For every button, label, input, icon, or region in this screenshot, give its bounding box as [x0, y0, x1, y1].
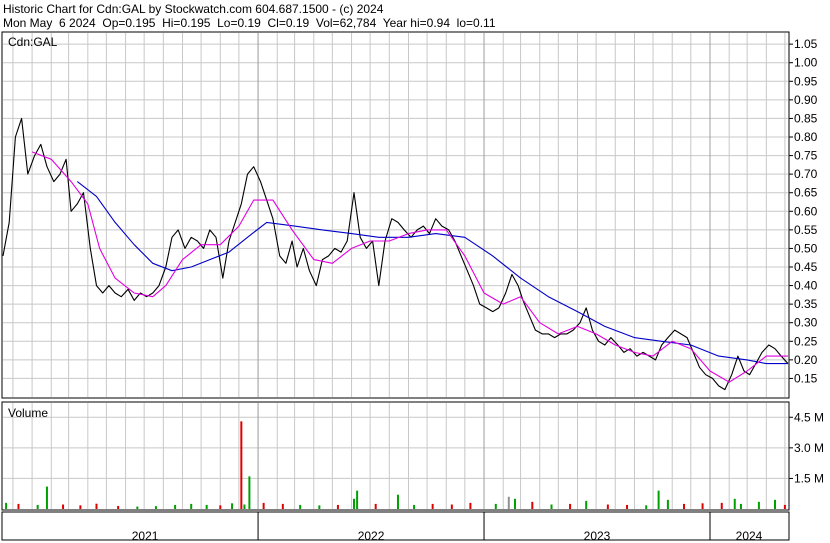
volume-bar: [431, 503, 434, 509]
volume-bar: [645, 505, 648, 509]
volume-bar: [243, 504, 246, 509]
volume-bar: [494, 503, 497, 509]
volume-bar: [36, 504, 39, 509]
volume-bar: [701, 503, 704, 509]
year-label: 2024: [736, 529, 763, 543]
price-tick-label: 0.55: [794, 223, 818, 237]
price-tick-label: 0.95: [794, 74, 818, 88]
volume-bar: [95, 503, 98, 509]
price-tick-label: 0.90: [794, 93, 818, 107]
volume-bar: [356, 490, 359, 509]
volume-bar: [450, 504, 453, 509]
volume-bar: [783, 504, 786, 509]
volume-bar: [248, 476, 251, 509]
price-tick-label: 0.70: [794, 167, 818, 181]
price-tick-label: 0.15: [794, 371, 818, 385]
volume-bar: [606, 504, 609, 509]
price-tick-label: 0.20: [794, 353, 818, 367]
price-tick-label: 0.25: [794, 334, 818, 348]
price-tick-label: 0.85: [794, 111, 818, 125]
volume-bar: [531, 501, 534, 509]
year-label: 2022: [358, 529, 385, 543]
volume-bar: [396, 494, 399, 509]
volume-bar: [374, 503, 377, 509]
volume-bar: [739, 503, 742, 509]
price-tick-label: 0.30: [794, 316, 818, 330]
volume-bar: [299, 504, 302, 509]
chart-title: Historic Chart for Cdn:GAL by Stockwatch…: [3, 2, 384, 16]
volume-tick-label: 3.0 M: [794, 441, 824, 455]
volume-bar: [773, 499, 776, 509]
volume-tick-label: 4.5 M: [794, 410, 824, 424]
year-label: 2023: [584, 529, 611, 543]
price-tick-label: 0.45: [794, 260, 818, 274]
price-tick-label: 1.05: [794, 37, 818, 51]
quote-summary: Mon May 6 2024 Op=0.195 Hi=0.195 Lo=0.19…: [3, 16, 496, 30]
volume-bar: [174, 504, 177, 509]
volume-bar: [5, 502, 8, 509]
volume-bar: [79, 505, 82, 509]
volume-bar: [262, 502, 265, 509]
volume-bar: [231, 503, 234, 509]
volume-bar: [205, 504, 208, 509]
volume-bar: [117, 505, 120, 509]
volume-bar: [626, 504, 629, 509]
price-tick-label: 0.75: [794, 149, 818, 163]
volume-bar: [318, 505, 321, 509]
volume-bar: [585, 500, 588, 509]
price-tick-label: 0.65: [794, 186, 818, 200]
volume-bar: [353, 498, 356, 509]
volume-bar: [154, 506, 157, 509]
volume-bar: [733, 498, 736, 509]
volume-bar: [62, 504, 65, 509]
price-tick-label: 0.60: [794, 204, 818, 218]
volume-bar: [240, 421, 243, 509]
volume-bar: [720, 502, 723, 509]
volume-bar: [550, 504, 553, 509]
symbol-label: Cdn:GAL: [8, 35, 58, 49]
price-tick-label: 0.50: [794, 241, 818, 255]
volume-bar: [17, 503, 20, 509]
price-tick-label: 0.80: [794, 130, 818, 144]
volume-bar: [45, 486, 48, 509]
year-label: 2021: [132, 529, 159, 543]
volume-bar: [336, 504, 339, 509]
volume-bar: [219, 505, 222, 509]
volume-bar: [413, 504, 416, 509]
price-tick-label: 0.40: [794, 279, 818, 293]
volume-axis: 4.5 M 3.0 M 1.5 M: [789, 410, 824, 485]
volume-bar: [507, 496, 510, 509]
stock-chart: Historic Chart for Cdn:GAL by Stockwatch…: [0, 0, 830, 543]
volume-bar: [136, 506, 139, 509]
volume-bar: [569, 503, 572, 509]
volume-bar: [469, 502, 472, 509]
volume-bar: [757, 501, 760, 509]
volume-bar: [513, 498, 516, 509]
price-tick-label: 0.35: [794, 297, 818, 311]
price-tick-label: 1.00: [794, 56, 818, 70]
volume-bar: [682, 503, 685, 509]
volume-bar: [190, 503, 193, 509]
volume-bar: [657, 490, 660, 509]
volume-bar: [281, 503, 284, 509]
volume-label: Volume: [8, 406, 48, 420]
volume-bar: [666, 499, 669, 509]
volume-tick-label: 1.5 M: [794, 471, 824, 485]
